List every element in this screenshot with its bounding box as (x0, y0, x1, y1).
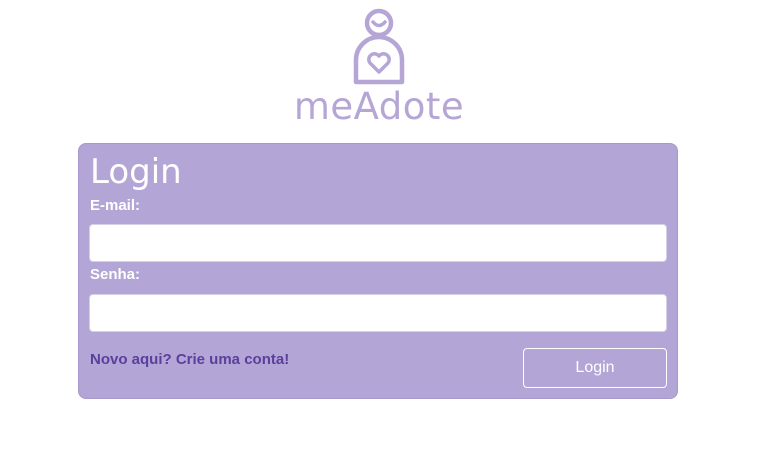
brand-name: meAdote (293, 85, 465, 128)
email-field[interactable] (89, 224, 667, 262)
password-field[interactable] (89, 294, 667, 332)
login-button[interactable]: Login (523, 348, 667, 388)
signup-link[interactable]: Novo aqui? Crie uma conta! (90, 351, 289, 369)
login-title: Login (90, 152, 182, 192)
login-card: Login E-mail: Senha: Novo aqui? Crie uma… (78, 143, 678, 399)
email-label: E-mail: (90, 197, 141, 214)
logo: meAdote (0, 0, 772, 130)
pregnant-heart-icon (353, 8, 405, 85)
password-label: Senha: (90, 266, 141, 283)
